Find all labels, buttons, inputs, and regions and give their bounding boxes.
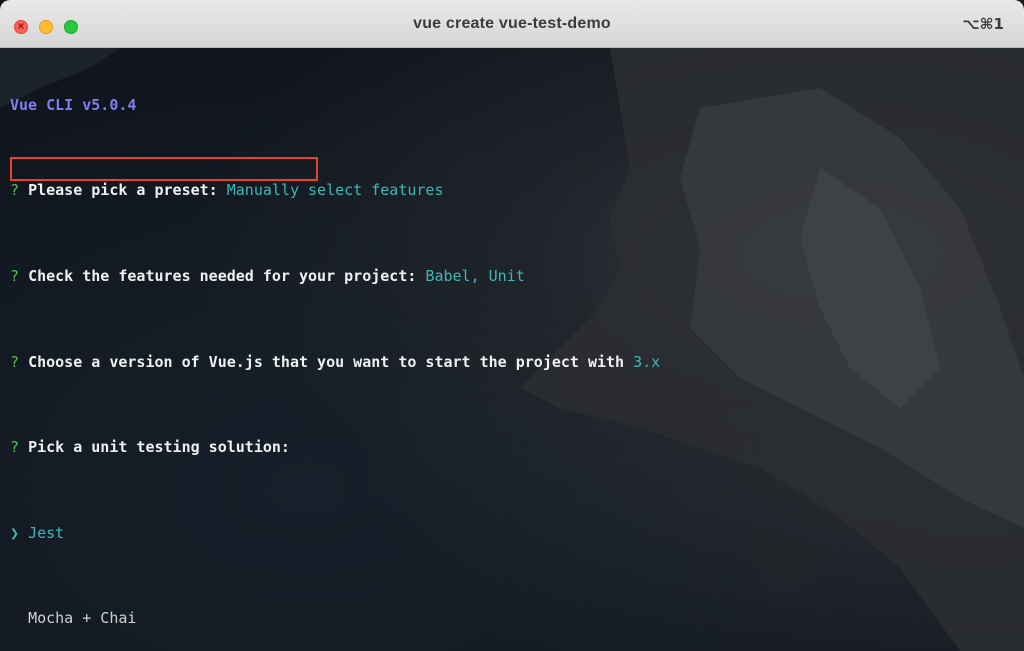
- cli-version-text: Vue CLI v5.0.4: [10, 95, 137, 114]
- prompt-line: ? Pick a unit testing solution:: [10, 437, 1014, 458]
- prompt-line: ? Please pick a preset: Manually select …: [10, 180, 1014, 201]
- terminal-window: vue create vue-test-demo ⌥⌘1 Vue CLI v5.…: [0, 0, 1024, 651]
- option-label: Mocha + Chai: [28, 609, 137, 628]
- prompt-answer: 3.x: [633, 352, 661, 371]
- question-mark: ?: [10, 438, 20, 457]
- selection-highlight-box: [10, 157, 318, 181]
- prompt-question: Pick a unit testing solution:: [28, 438, 290, 457]
- prompt-line: ? Check the features needed for your pro…: [10, 266, 1014, 287]
- prompt-answer: Manually select features: [226, 181, 444, 200]
- window-shortcut-label: ⌥⌘1: [962, 15, 1004, 33]
- prompt-question: Please pick a preset:: [28, 181, 227, 200]
- prompt-question: Choose a version of Vue.js that you want…: [28, 352, 634, 371]
- selection-pointer-icon: ❯: [10, 523, 20, 542]
- option-jest[interactable]: ❯ Jest: [10, 523, 1014, 544]
- prompt-answer: Babel, Unit: [425, 267, 525, 286]
- option-mocha-chai[interactable]: Mocha + Chai: [10, 608, 1014, 629]
- question-mark: ?: [10, 181, 20, 200]
- terminal-output[interactable]: Vue CLI v5.0.4 ? Please pick a preset: M…: [10, 52, 1014, 651]
- window-title: vue create vue-test-demo: [413, 15, 611, 32]
- option-label: Jest: [28, 523, 65, 542]
- option-pointer-blank: [10, 609, 19, 627]
- prompt-line: ? Choose a version of Vue.js that you wa…: [10, 352, 1014, 373]
- cli-version-line: Vue CLI v5.0.4: [10, 95, 1014, 116]
- question-mark: ?: [10, 267, 20, 286]
- title-bar[interactable]: vue create vue-test-demo ⌥⌘1: [0, 0, 1024, 48]
- question-mark: ?: [10, 352, 20, 371]
- prompt-question: Check the features needed for your proje…: [28, 267, 426, 286]
